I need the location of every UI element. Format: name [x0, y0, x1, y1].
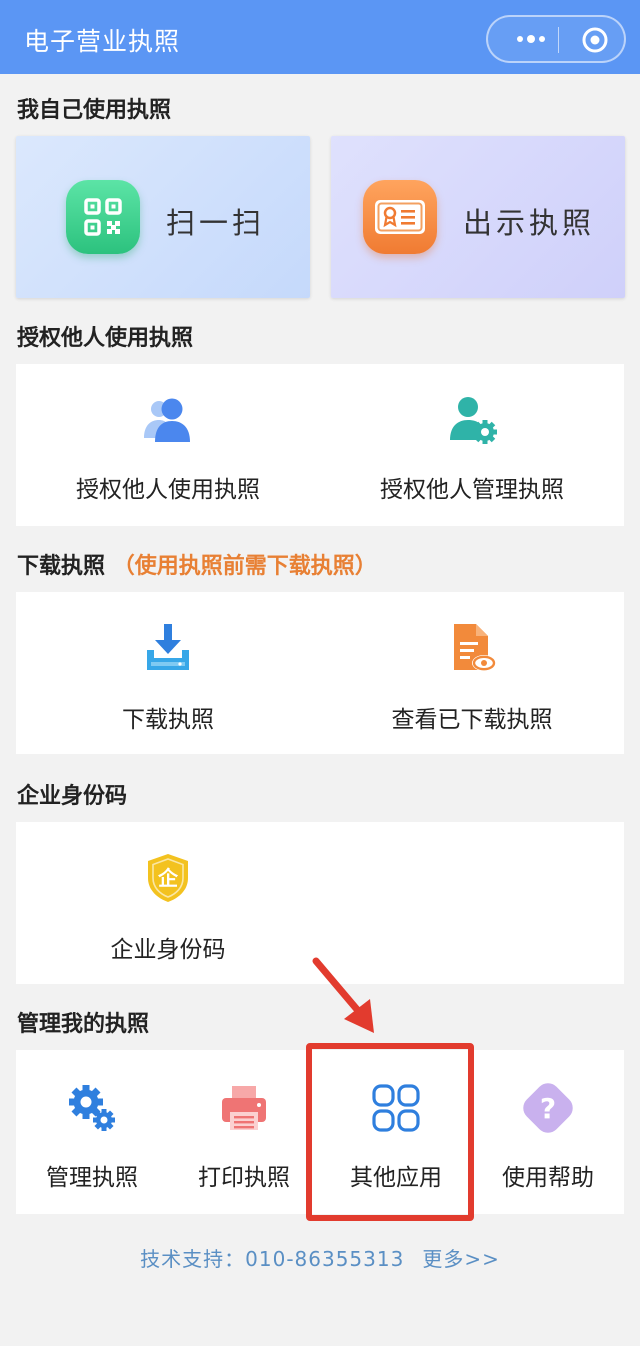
enterprise-id-item[interactable]: 企 企业身份码 — [16, 822, 320, 984]
authorize-use-label: 授权他人使用执照 — [76, 477, 260, 503]
view-downloaded-item[interactable]: 查看已下载执照 — [320, 592, 624, 754]
section-title-manage: 管理我的执照 — [17, 1012, 150, 1037]
enterprise-id-label: 企业身份码 — [110, 937, 226, 963]
app-title: 电子营业执照 — [24, 27, 181, 56]
users-icon — [144, 398, 190, 442]
download-license-label: 下载执照 — [122, 707, 214, 733]
capsule-divider — [558, 27, 559, 53]
printer-icon — [222, 1086, 266, 1130]
gears-icon — [69, 1085, 115, 1131]
target-close-icon[interactable] — [578, 24, 612, 56]
authorize-manage-label: 授权他人管理执照 — [380, 477, 564, 503]
enterprise-shield-badge: 企 — [157, 866, 179, 890]
section-title-enterprise-id: 企业身份码 — [17, 784, 128, 809]
download-license-item[interactable]: 下载执照 — [16, 592, 320, 754]
mini-program-capsule — [486, 15, 626, 63]
document-view-icon — [454, 624, 496, 671]
download-panel: 下载执照 查看已下载执照 — [16, 592, 624, 754]
enterprise-shield-icon: 企 — [148, 854, 188, 902]
authorize-use-item[interactable]: 授权他人使用执照 — [16, 364, 320, 526]
annotation-arrow-icon — [312, 957, 374, 1033]
help-item[interactable]: ? 使用帮助 — [472, 1050, 624, 1214]
manage-license-label: 管理执照 — [46, 1165, 138, 1191]
show-license-label: 出示执照 — [463, 206, 596, 240]
more-dots-icon[interactable] — [506, 25, 556, 53]
title-bar: 电子营业执照 — [0, 0, 640, 74]
authorize-panel: 授权他人使用执照 授权他人管理执照 — [16, 364, 624, 526]
help-icon: ? — [523, 1083, 573, 1133]
show-license-card[interactable]: 出示执照 — [331, 136, 625, 298]
user-gear-icon — [450, 397, 497, 444]
license-certificate-icon — [363, 180, 437, 254]
help-label: 使用帮助 — [502, 1165, 594, 1191]
footer: 技术支持：010-86355313 更多>> — [0, 1243, 640, 1272]
download-icon — [147, 624, 189, 670]
download-section-name: 下载执照 — [17, 554, 106, 579]
annotation-highlight-box — [306, 1043, 474, 1221]
scan-label: 扫一扫 — [166, 206, 266, 240]
authorize-manage-item[interactable]: 授权他人管理执照 — [320, 364, 624, 526]
print-license-item[interactable]: 打印执照 — [168, 1050, 320, 1214]
section-title-self-use: 我自己使用执照 — [17, 98, 172, 123]
manage-license-item[interactable]: 管理执照 — [16, 1050, 168, 1214]
scan-card[interactable]: 扫一扫 — [16, 136, 310, 298]
view-downloaded-label: 查看已下载执照 — [391, 707, 553, 733]
section-title-download: 下载执照 （使用执照前需下载执照） — [17, 548, 377, 580]
qr-code-icon — [66, 180, 140, 254]
help-glyph: ? — [540, 1092, 556, 1125]
download-hint: （使用执照前需下载执照） — [112, 554, 377, 579]
print-license-label: 打印执照 — [198, 1165, 290, 1191]
support-contact: 技术支持：010-86355313 — [140, 1247, 405, 1271]
section-title-authorize: 授权他人使用执照 — [17, 326, 194, 351]
more-link[interactable]: 更多>> — [422, 1247, 500, 1271]
